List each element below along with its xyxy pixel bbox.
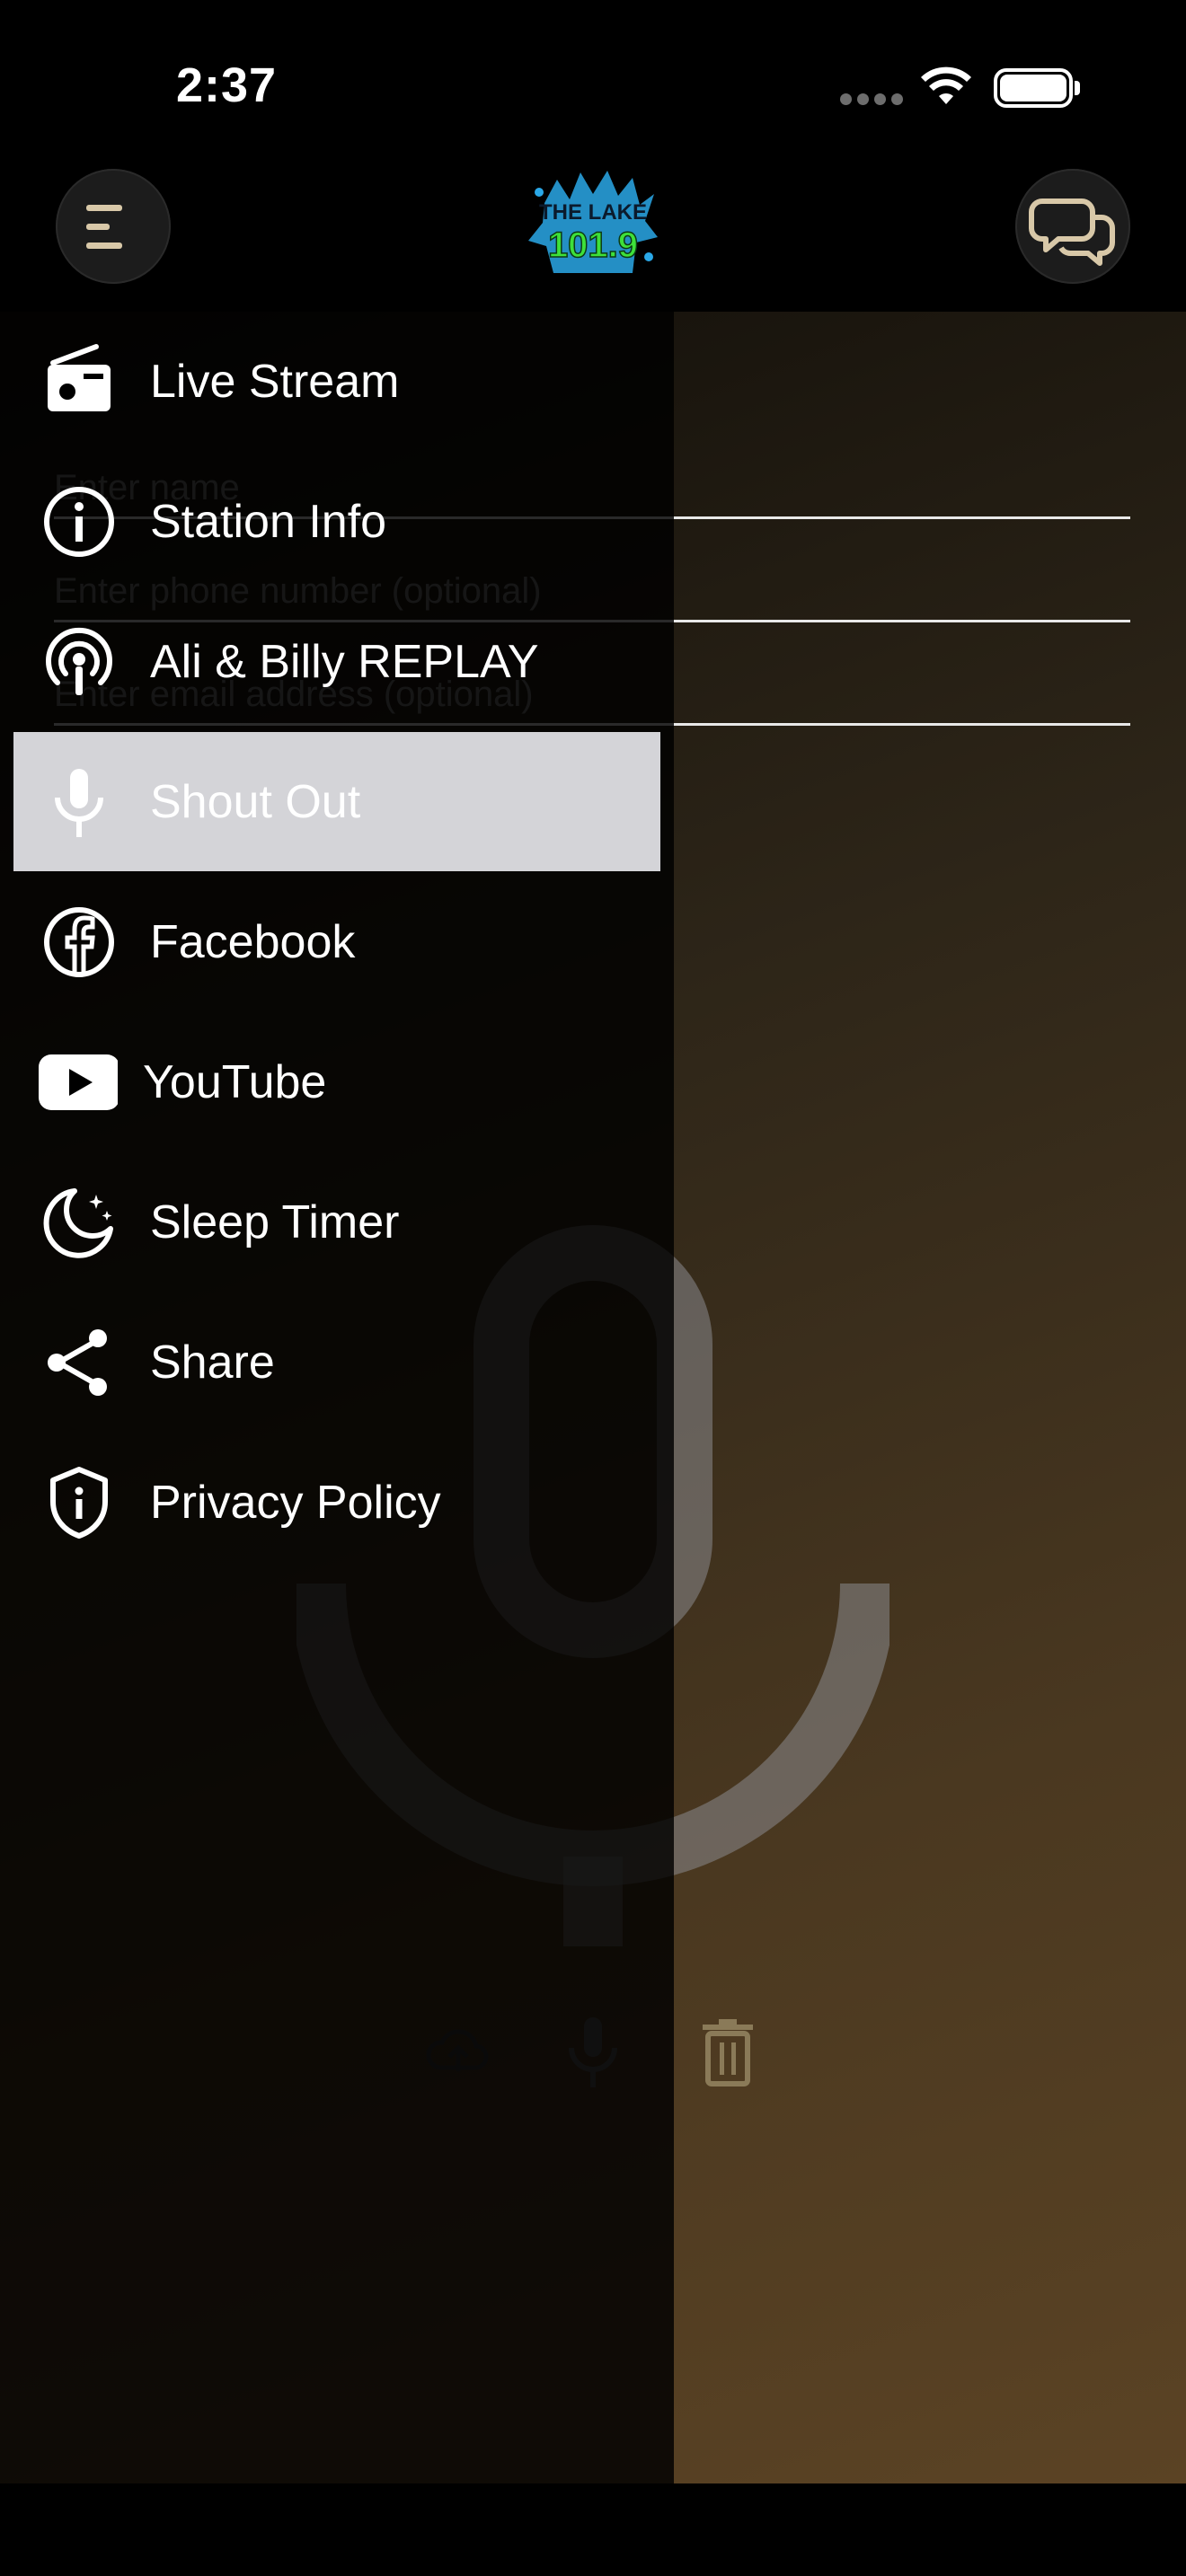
station-logo: THE LAKE 101.9 <box>528 171 658 273</box>
drawer-item-sleep-timer[interactable]: Sleep Timer <box>13 1152 660 1292</box>
cellular-signal-icon <box>840 93 908 110</box>
drawer-item-youtube[interactable]: YouTube <box>13 1012 660 1151</box>
bottom-safe-area <box>0 2483 1186 2576</box>
svg-text:101.9: 101.9 <box>548 225 638 265</box>
status-time: 2:37 <box>176 58 278 112</box>
drawer-item-station-info[interactable]: Station Info <box>13 452 660 591</box>
moon-icon <box>43 1187 113 1258</box>
trash-icon[interactable] <box>690 2014 766 2089</box>
svg-text:THE LAKE: THE LAKE <box>539 200 647 225</box>
share-icon <box>48 1328 107 1396</box>
chat-button[interactable] <box>1015 169 1130 284</box>
shield-icon <box>50 1466 108 1539</box>
battery-icon <box>994 68 1080 108</box>
drawer-item-shout-out[interactable]: Shout Out <box>13 732 660 871</box>
wifi-icon <box>921 66 971 104</box>
youtube-icon <box>39 1054 118 1110</box>
radio-icon <box>48 343 111 411</box>
drawer-item-share[interactable]: Share <box>13 1292 660 1432</box>
menu-icon <box>86 205 122 249</box>
facebook-icon <box>44 906 114 977</box>
navigation-drawer: Live Stream Station Info Ali & Billy REP… <box>0 312 674 2483</box>
status-bar: 2:37 <box>0 0 1186 162</box>
drawer-item-live-stream[interactable]: Live Stream <box>13 312 660 451</box>
drawer-item-facebook[interactable]: Facebook <box>13 872 660 1011</box>
menu-button[interactable] <box>56 169 171 284</box>
chat-bubbles-icon <box>1029 198 1115 266</box>
drawer-item-replay[interactable]: Ali & Billy REPLAY <box>13 592 660 731</box>
podcast-icon <box>46 627 112 695</box>
drawer-item-privacy-policy[interactable]: Privacy Policy <box>13 1433 660 1572</box>
microphone-icon <box>55 768 103 837</box>
info-icon <box>44 486 114 557</box>
